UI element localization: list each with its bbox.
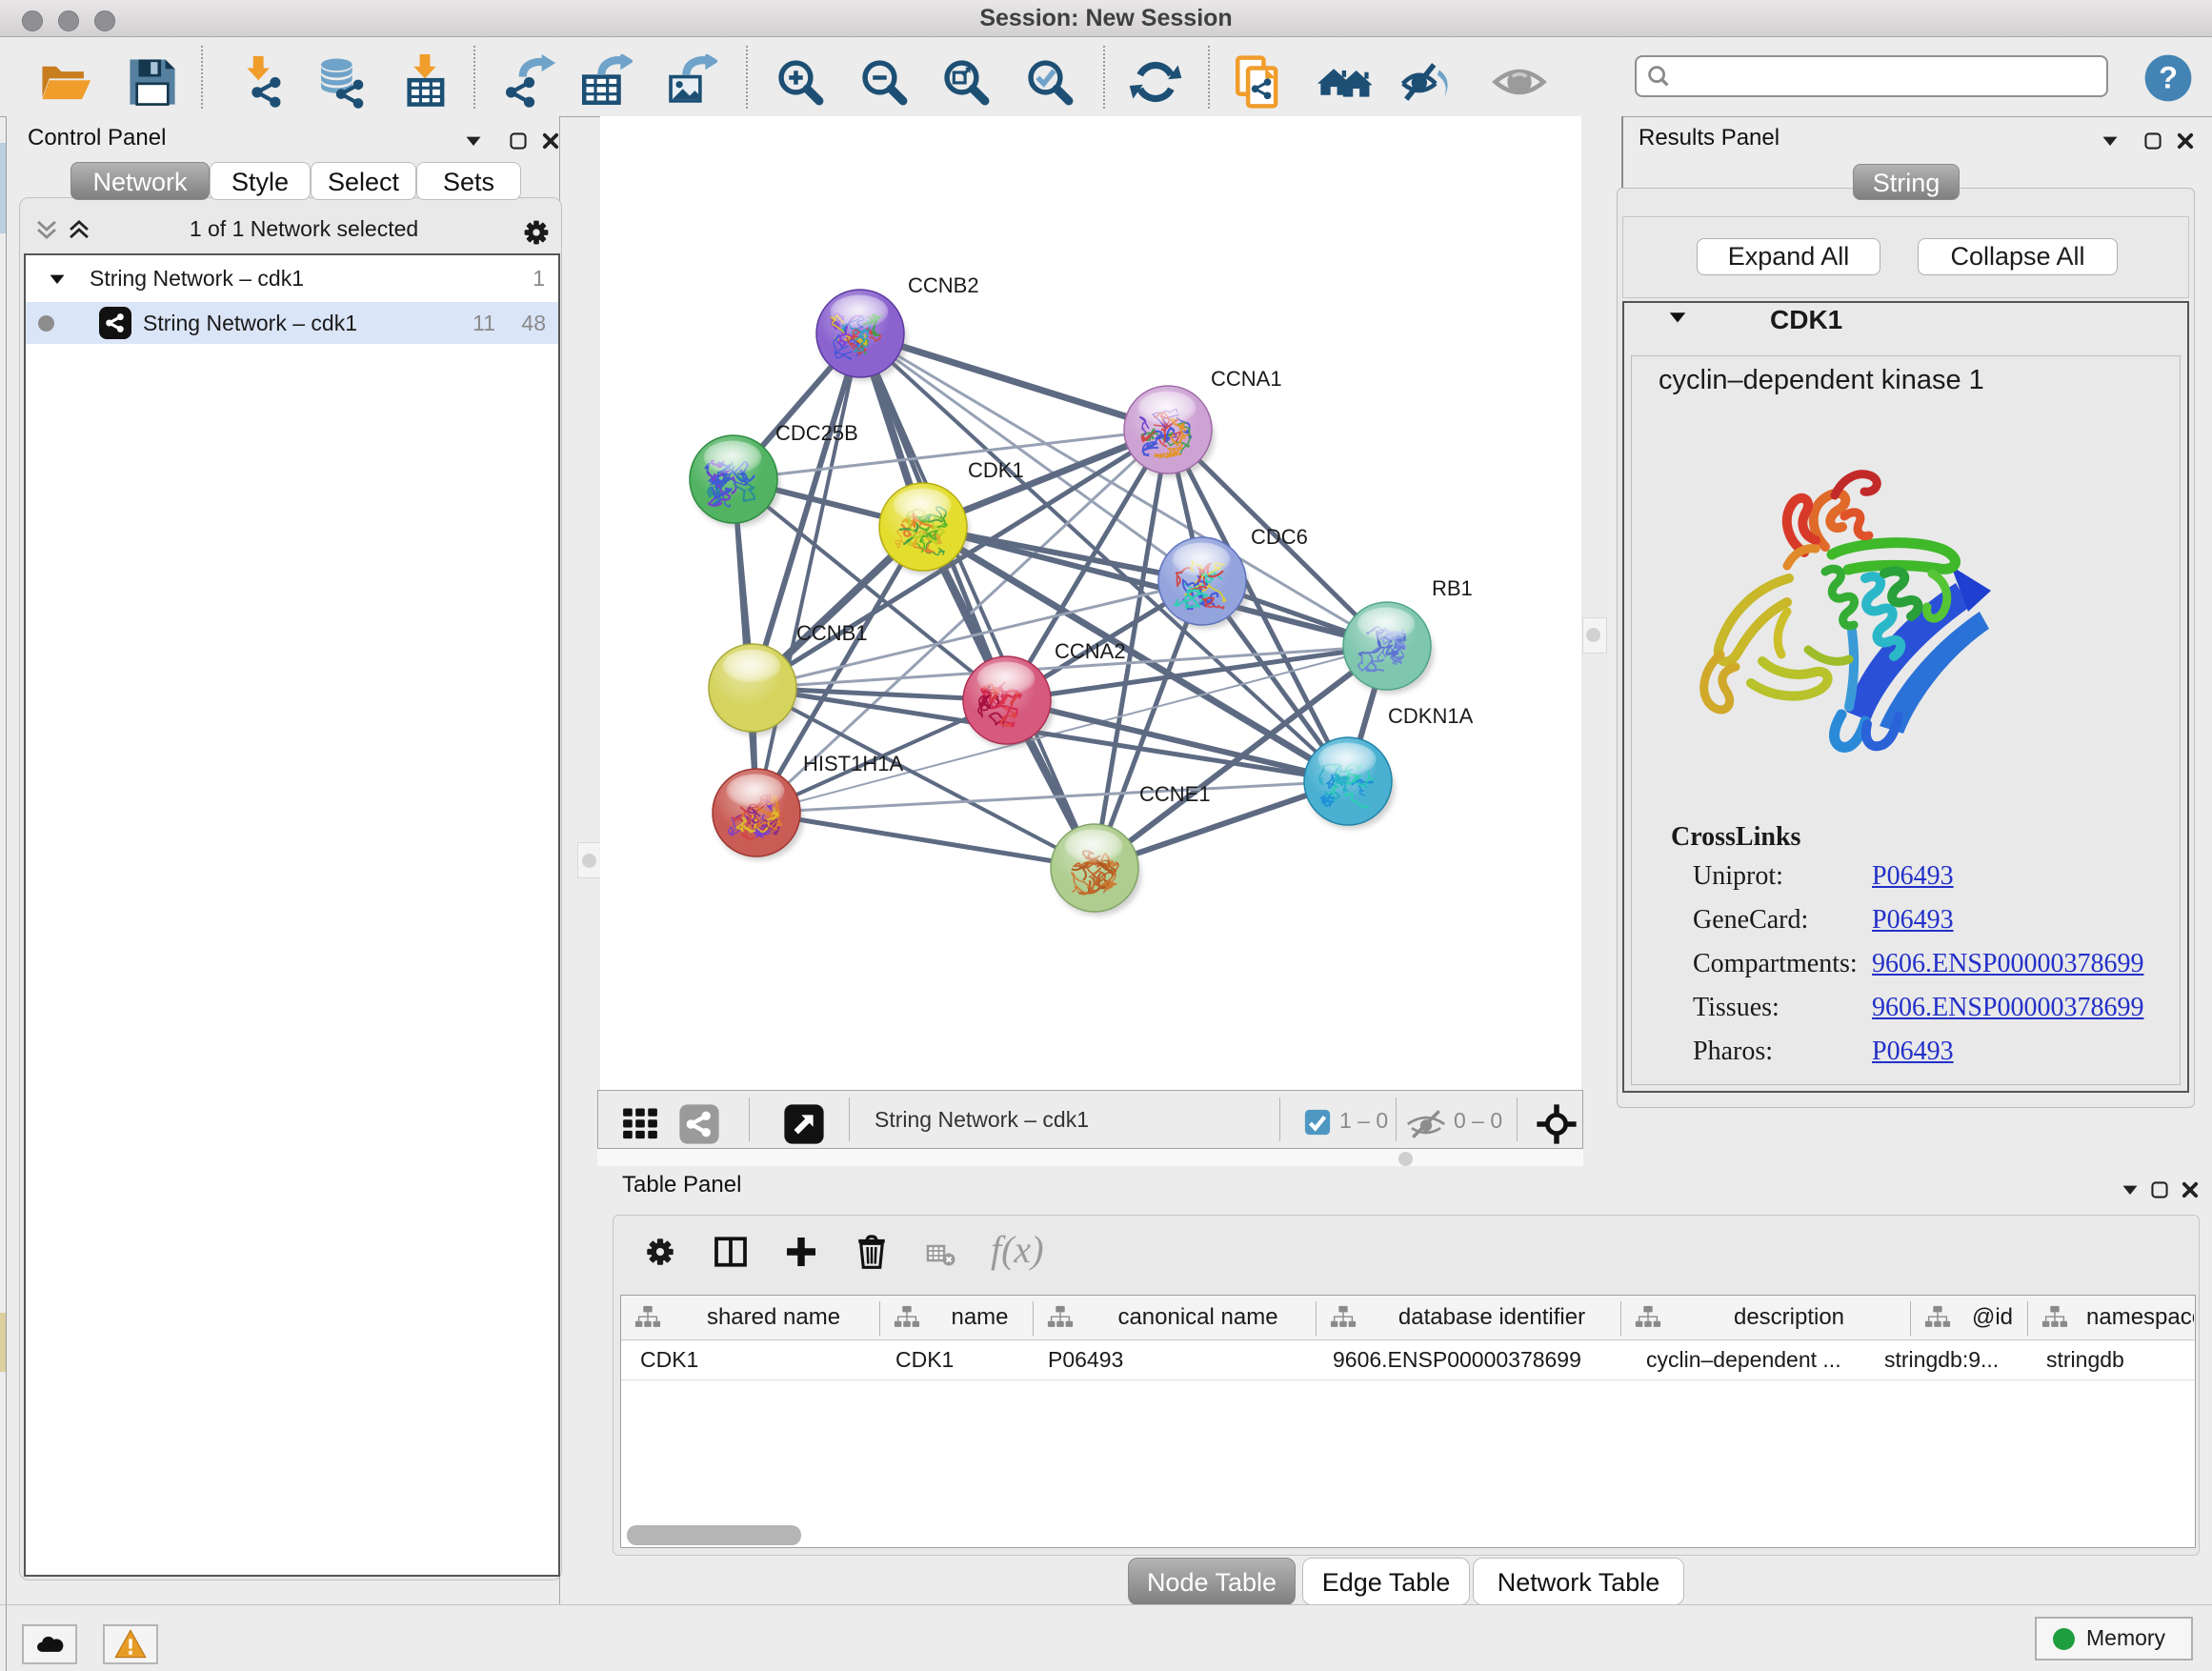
svg-text:RB1: RB1 xyxy=(1432,576,1473,600)
svg-text:CDC25B: CDC25B xyxy=(775,421,858,445)
svg-text:?: ? xyxy=(2159,61,2178,95)
svg-text:CCNE1: CCNE1 xyxy=(1139,782,1211,806)
svg-text:CDKN1A: CDKN1A xyxy=(1388,704,1474,728)
svg-text:CDK1: CDK1 xyxy=(968,458,1024,482)
svg-text:CCNB2: CCNB2 xyxy=(908,273,979,297)
svg-text:CDC6: CDC6 xyxy=(1251,525,1308,549)
svg-text:CCNA1: CCNA1 xyxy=(1211,367,1282,391)
svg-text:CCNB1: CCNB1 xyxy=(796,621,868,645)
svg-text:HIST1H1A: HIST1H1A xyxy=(803,752,903,775)
svg-text:CCNA2: CCNA2 xyxy=(1055,639,1126,663)
